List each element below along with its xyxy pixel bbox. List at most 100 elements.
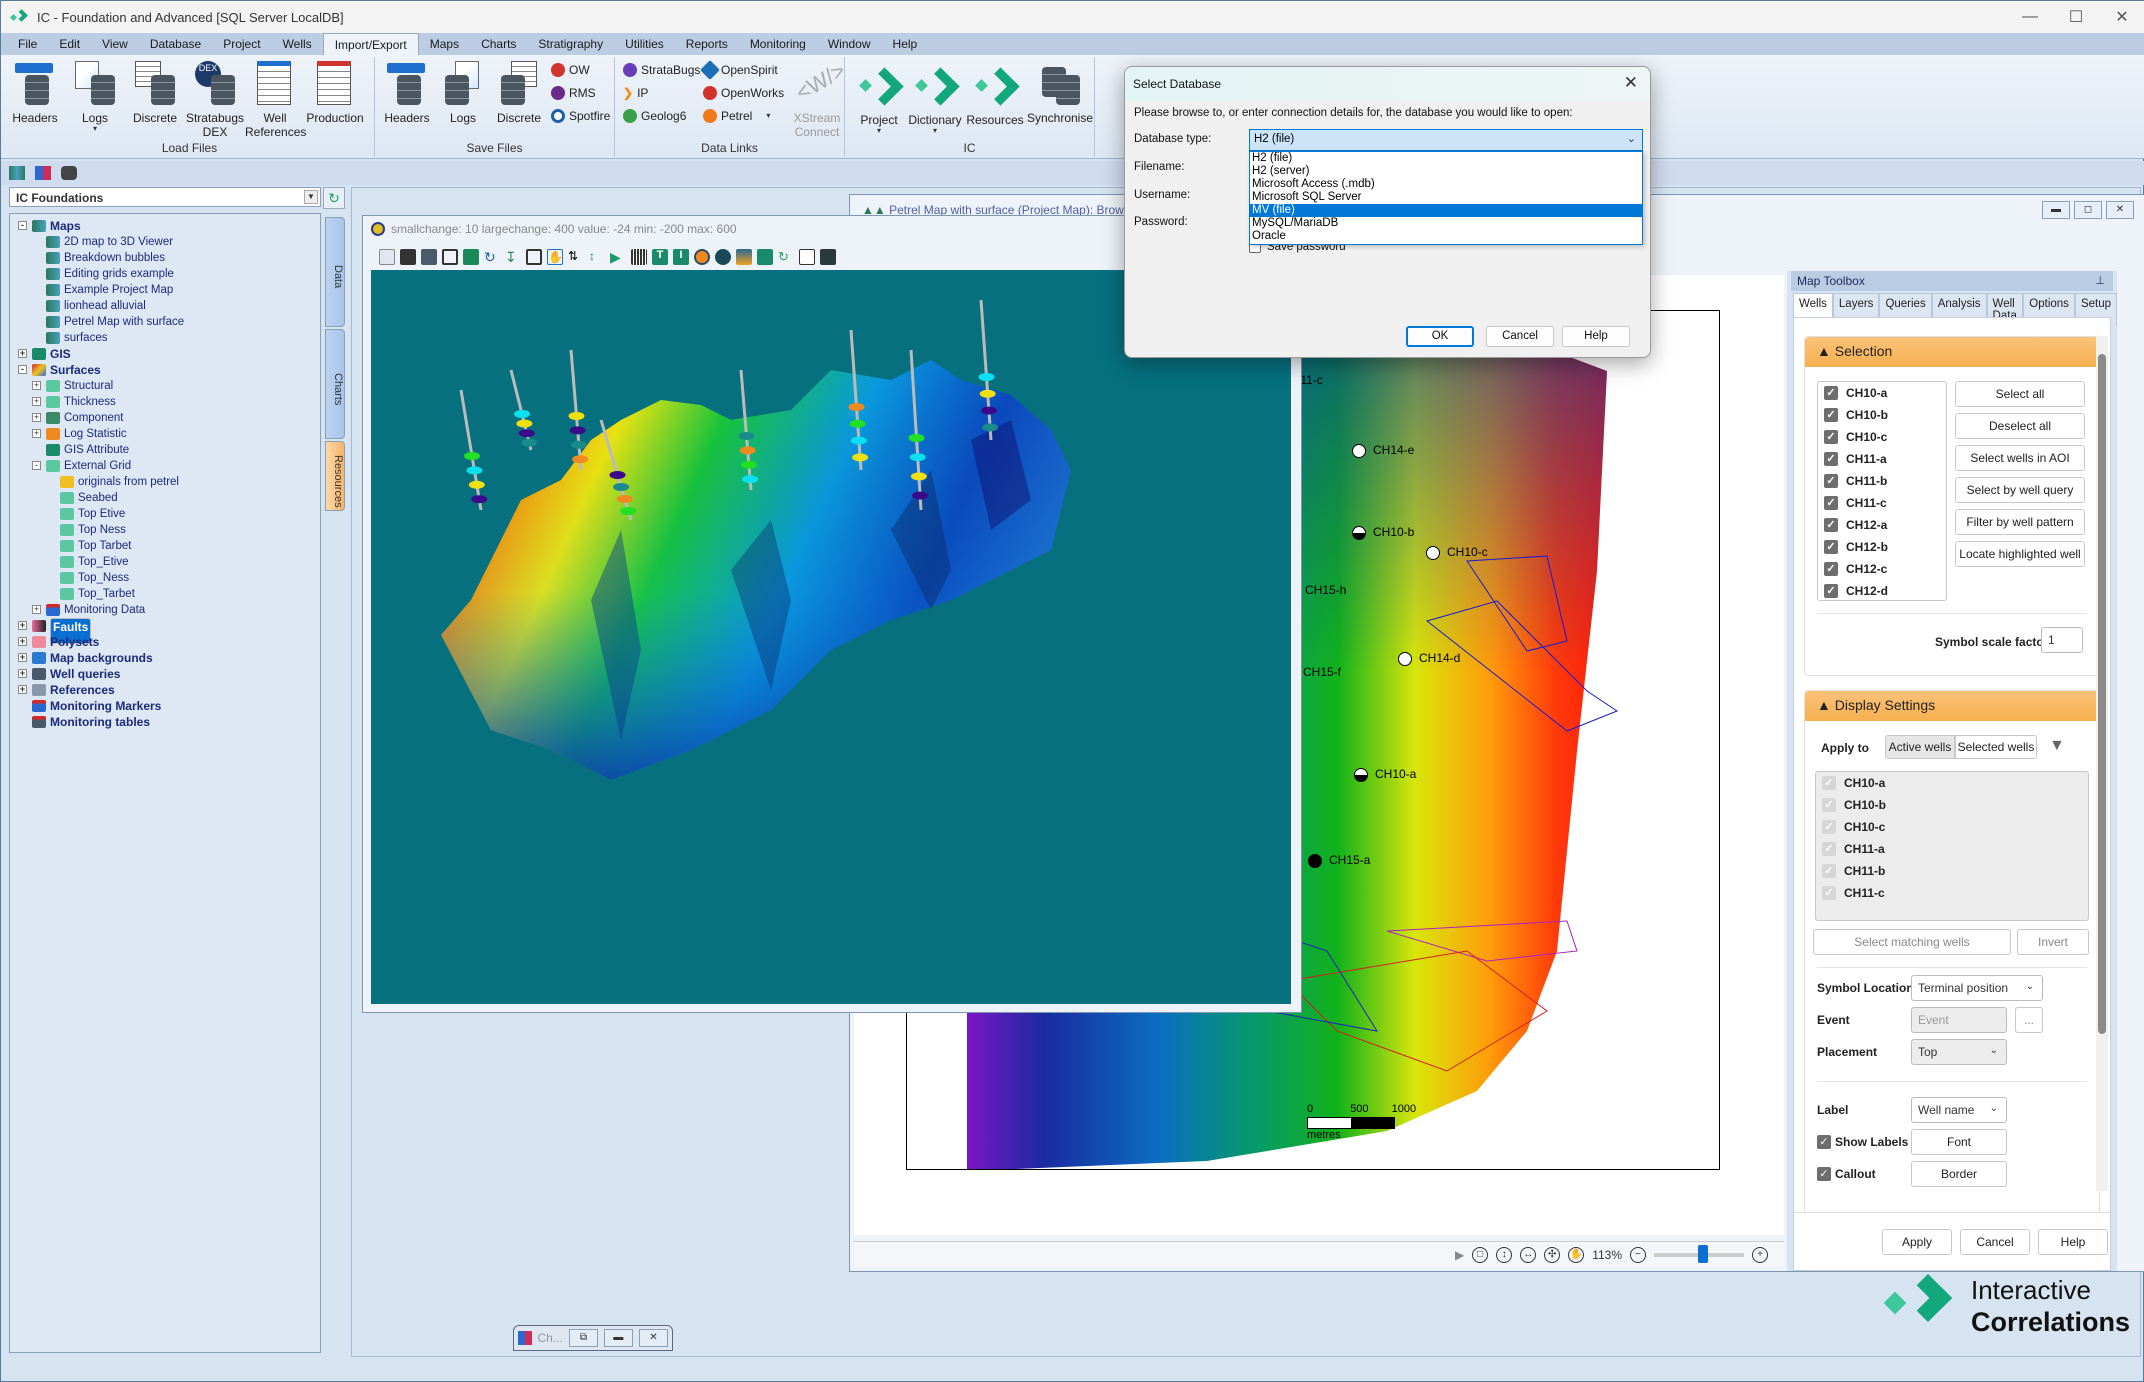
tree-item[interactable]: Petrel Map with surface bbox=[10, 314, 320, 330]
hand-icon[interactable]: ✋ bbox=[547, 249, 563, 265]
well-label[interactable]: CH10-b bbox=[1373, 525, 1414, 539]
rotate-icon[interactable]: ↻ bbox=[484, 249, 500, 265]
tree-item[interactable]: Monitoring Markers bbox=[10, 698, 320, 714]
database-type-option[interactable]: Microsoft Access (.mdb) bbox=[1250, 178, 1642, 191]
tree-item[interactable]: Seabed bbox=[10, 490, 320, 506]
tree-item[interactable]: + Thickness bbox=[10, 394, 320, 410]
zoom-vertical-icon[interactable]: ↕ bbox=[1496, 1246, 1513, 1263]
light-icon[interactable] bbox=[694, 249, 710, 265]
tree-item[interactable]: Breakdown bubbles bbox=[10, 250, 320, 266]
event-input[interactable]: Event bbox=[1911, 1007, 2007, 1033]
menu-database[interactable]: Database bbox=[139, 33, 212, 55]
vertical-scale-icon[interactable]: ⇅ bbox=[568, 249, 584, 265]
minimize-button[interactable]: — bbox=[2007, 1, 2053, 33]
ic-synchronise-button[interactable]: Synchronise bbox=[1025, 61, 1095, 125]
tree-item[interactable]: Top_Tarbet bbox=[10, 586, 320, 602]
well-list-item[interactable]: ✓ CH10-a bbox=[1818, 382, 1946, 404]
pointer-icon[interactable] bbox=[715, 249, 731, 265]
deselect-all-button[interactable]: Deselect all bbox=[1955, 413, 2085, 439]
maximize-button[interactable]: ▬ bbox=[603, 1329, 633, 1347]
font-button[interactable]: Font bbox=[1911, 1129, 2007, 1155]
tab-data[interactable]: Data bbox=[325, 217, 345, 327]
spotfire-button[interactable]: Spotfire bbox=[551, 109, 610, 123]
locate-highlighted-well-button[interactable]: Locate highlighted well bbox=[1955, 541, 2085, 567]
rms-button[interactable]: RMS bbox=[551, 86, 596, 100]
toolbox-scrollbar[interactable] bbox=[2096, 336, 2108, 1191]
well-symbol[interactable] bbox=[1354, 768, 1368, 782]
hand-icon[interactable]: ✋ bbox=[1568, 1246, 1585, 1263]
tree-item[interactable]: + Monitoring Data bbox=[10, 602, 320, 618]
tree-item[interactable]: lionhead alluvial bbox=[10, 298, 320, 314]
play-icon[interactable]: ▶ bbox=[610, 249, 626, 265]
menu-wells[interactable]: Wells bbox=[272, 33, 323, 55]
collapse-icon[interactable]: - bbox=[18, 221, 27, 230]
well-list-item[interactable]: ✓ CH11-c bbox=[1816, 882, 2088, 904]
zoom-out-button[interactable]: − bbox=[1630, 1246, 1646, 1263]
menu-edit[interactable]: Edit bbox=[48, 33, 91, 55]
well-symbol[interactable] bbox=[1426, 546, 1440, 560]
tab-resources[interactable]: Resources bbox=[325, 441, 345, 511]
map-minimize-button[interactable]: ▬ bbox=[2042, 201, 2070, 219]
menu-utilities[interactable]: Utilities bbox=[614, 33, 675, 55]
zoom-slider-thumb[interactable] bbox=[1698, 1244, 1708, 1263]
menu-charts[interactable]: Charts bbox=[470, 33, 527, 55]
tree-item[interactable]: - Surfaces bbox=[10, 362, 320, 378]
save-discrete-button[interactable]: Discrete bbox=[489, 61, 549, 125]
tree-item[interactable]: + Map backgrounds bbox=[10, 650, 320, 666]
expand-icon[interactable]: + bbox=[18, 637, 27, 646]
well-label[interactable]: CH14-d bbox=[1419, 651, 1460, 665]
invert-button[interactable]: Invert bbox=[2017, 929, 2089, 955]
well-label[interactable]: CH15-a bbox=[1329, 853, 1370, 867]
load-well-references-button[interactable]: Well References bbox=[245, 61, 306, 139]
tree-item[interactable]: originals from petrel bbox=[10, 474, 320, 490]
well-list-item[interactable]: ✓ CH12-b bbox=[1818, 536, 1946, 558]
help-button[interactable]: Help bbox=[2038, 1229, 2108, 1255]
geolog6-link-button[interactable]: Geolog6 bbox=[623, 109, 686, 123]
menu-file[interactable]: File bbox=[7, 33, 48, 55]
label-select[interactable]: Well name ⌄ bbox=[1911, 1097, 2007, 1123]
database-type-option[interactable]: H2 (server) bbox=[1250, 165, 1642, 178]
ic-resources-button[interactable]: Resources bbox=[965, 61, 1025, 127]
report-icon[interactable] bbox=[799, 249, 815, 265]
project-selector[interactable]: IC Foundations ▼ bbox=[9, 187, 321, 207]
border-button[interactable]: Border bbox=[1911, 1161, 2007, 1187]
well-list-item[interactable]: ✓ CH11-c bbox=[1818, 492, 1946, 514]
well-symbol[interactable] bbox=[1352, 526, 1366, 540]
well-label[interactable]: CH15-f bbox=[1303, 665, 1341, 679]
load-headers-button[interactable]: Headers bbox=[5, 61, 65, 125]
symbol-scale-input[interactable]: 1 bbox=[2041, 627, 2083, 653]
new-doc-icon[interactable] bbox=[379, 249, 395, 265]
xstream-connect-button[interactable]: <W/> XStream Connect bbox=[787, 57, 849, 139]
openspirit-link-button[interactable]: OpenSpirit bbox=[700, 60, 778, 80]
menu-reports[interactable]: Reports bbox=[675, 33, 739, 55]
well-list-item[interactable]: ✓ CH11-b bbox=[1816, 860, 2088, 882]
select-matching-wells-button[interactable]: Select matching wells bbox=[1813, 929, 2011, 955]
expand-icon[interactable]: + bbox=[18, 349, 27, 358]
maximize-button[interactable]: ☐ bbox=[2053, 1, 2099, 33]
info-book-icon[interactable] bbox=[820, 249, 836, 265]
stratabugs-link-button[interactable]: StrataBugs bbox=[623, 63, 700, 77]
database-type-option[interactable]: H2 (file) bbox=[1250, 152, 1642, 165]
vertical-arrows-icon[interactable]: ↕ bbox=[589, 249, 605, 265]
play-icon[interactable]: ▶ bbox=[1455, 1248, 1464, 1262]
tree-item[interactable]: - Maps bbox=[10, 218, 320, 234]
tree-item[interactable]: - External Grid bbox=[10, 458, 320, 474]
tree-item[interactable]: Top_Etive bbox=[10, 554, 320, 570]
placement-select[interactable]: Top ⌄ bbox=[1911, 1039, 2007, 1065]
tree-item[interactable]: Example Project Map bbox=[10, 282, 320, 298]
openworks-link-button[interactable]: OpenWorks bbox=[703, 86, 784, 100]
well-list-item[interactable]: ✓ CH10-c bbox=[1816, 816, 2088, 838]
wireframe-icon[interactable] bbox=[442, 249, 458, 265]
grid-icon[interactable] bbox=[631, 249, 647, 265]
filter-by-well-pattern-button[interactable]: Filter by well pattern bbox=[1955, 509, 2085, 535]
tree-item[interactable]: + Well queries bbox=[10, 666, 320, 682]
display-settings-header[interactable]: ▲ Display Settings bbox=[1805, 691, 2099, 721]
select-all-button[interactable]: Select all bbox=[1955, 381, 2085, 407]
pin-icon[interactable]: ⊥ bbox=[2095, 274, 2105, 287]
text-t-icon[interactable]: T bbox=[652, 249, 668, 265]
anchor-icon[interactable]: ↧ bbox=[505, 249, 521, 265]
apply-button[interactable]: Apply bbox=[1882, 1229, 1952, 1255]
expand-icon[interactable]: + bbox=[18, 685, 27, 694]
layer-icon[interactable] bbox=[463, 249, 479, 265]
tree-item[interactable]: + GIS bbox=[10, 346, 320, 362]
